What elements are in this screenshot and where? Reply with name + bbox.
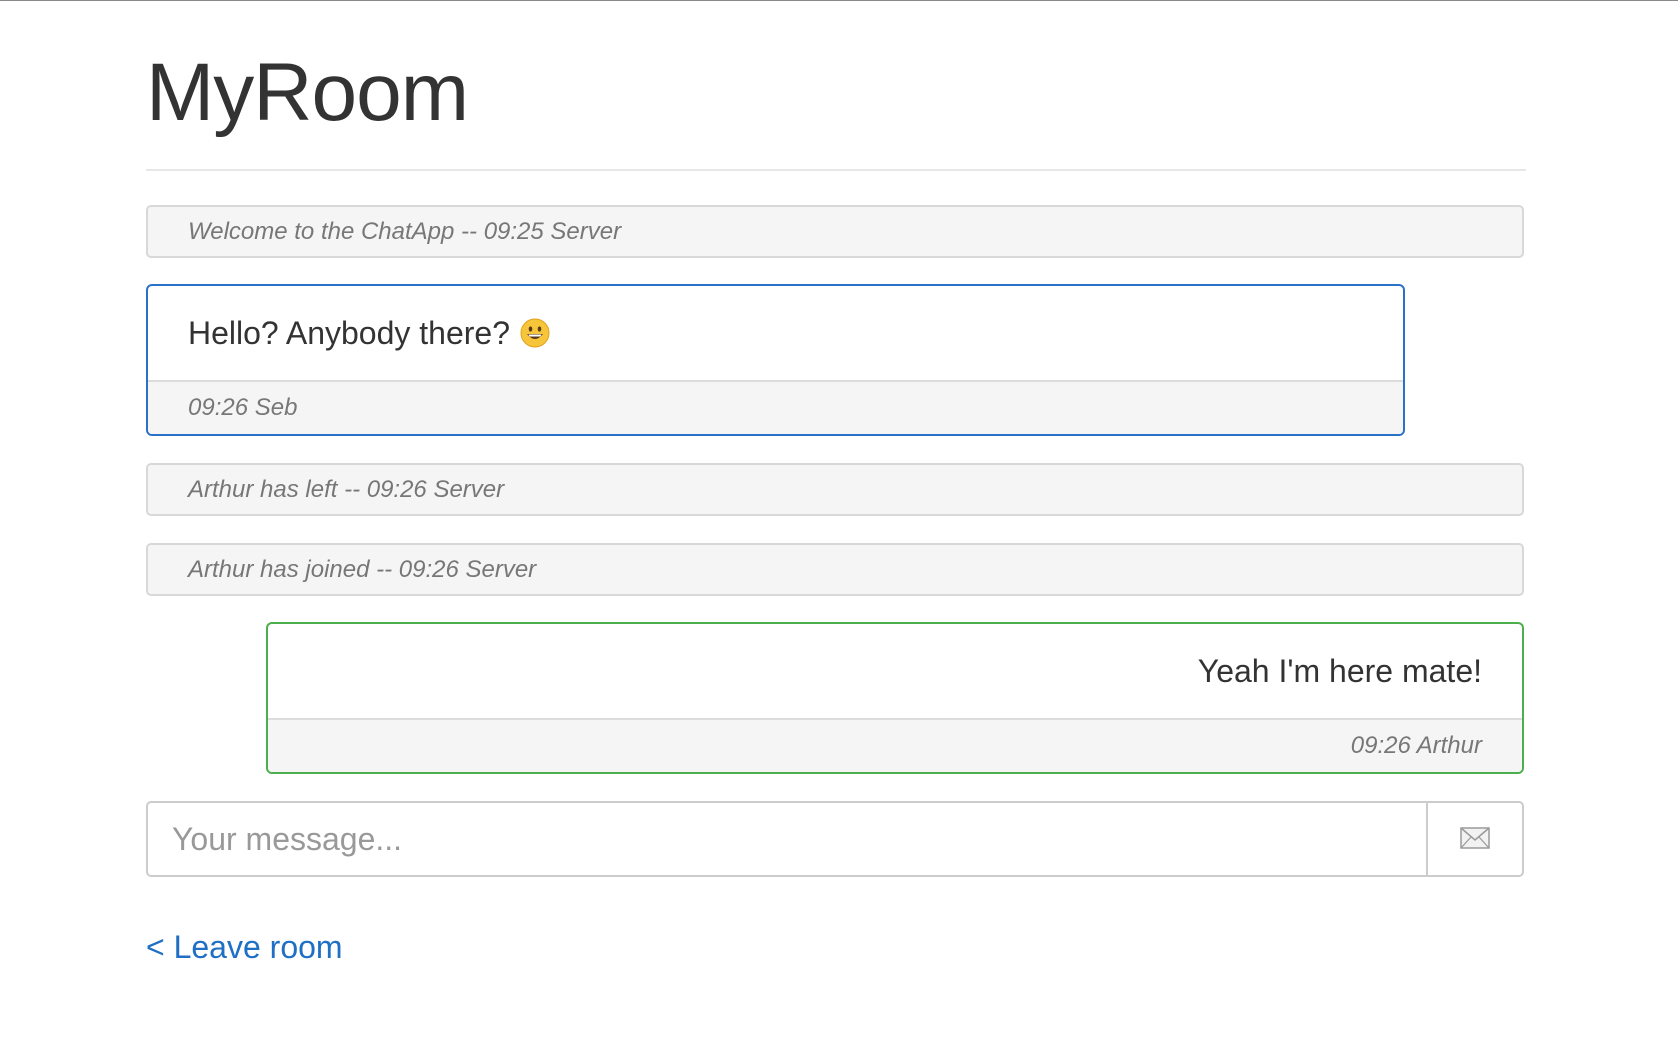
leave-room-link[interactable]: < Leave room <box>146 929 343 966</box>
system-message: Arthur has joined -- 09:26 Server <box>146 543 1524 596</box>
message-composer <box>146 801 1524 877</box>
page-title: MyRoom <box>146 47 469 138</box>
chat-message-body: Yeah I'm here mate! <box>268 624 1522 720</box>
title-divider <box>146 169 1526 171</box>
window-top-border <box>0 0 1678 1</box>
system-message-text: Arthur has left -- 09:26 Server <box>188 475 505 503</box>
system-message-text: Welcome to the ChatApp -- 09:25 Server <box>188 217 622 245</box>
system-message-text: Arthur has joined -- 09:26 Server <box>188 555 537 583</box>
chat-message-text: Yeah I'm here mate! <box>1197 652 1482 689</box>
own-chat-message: Hello? Anybody there? 09:26 Seb <box>146 284 1405 436</box>
chat-message-timestamp-author: 09:26 Arthur <box>1350 732 1482 759</box>
other-chat-message: Yeah I'm here mate! 09:26 Arthur <box>266 622 1524 774</box>
chat-message-text: Hello? Anybody there? <box>188 314 510 351</box>
chat-message-timestamp-author: 09:26 Seb <box>188 394 298 421</box>
chat-message-meta: 09:26 Arthur <box>268 720 1522 772</box>
system-message: Welcome to the ChatApp -- 09:25 Server <box>146 205 1524 258</box>
chat-message-meta: 09:26 Seb <box>148 382 1403 434</box>
grinning-face-emoji-icon <box>520 318 550 348</box>
envelope-icon <box>1460 826 1490 852</box>
message-input[interactable] <box>146 801 1426 877</box>
chat-message-body: Hello? Anybody there? <box>148 286 1403 382</box>
send-button[interactable] <box>1426 801 1524 877</box>
system-message: Arthur has left -- 09:26 Server <box>146 463 1524 516</box>
